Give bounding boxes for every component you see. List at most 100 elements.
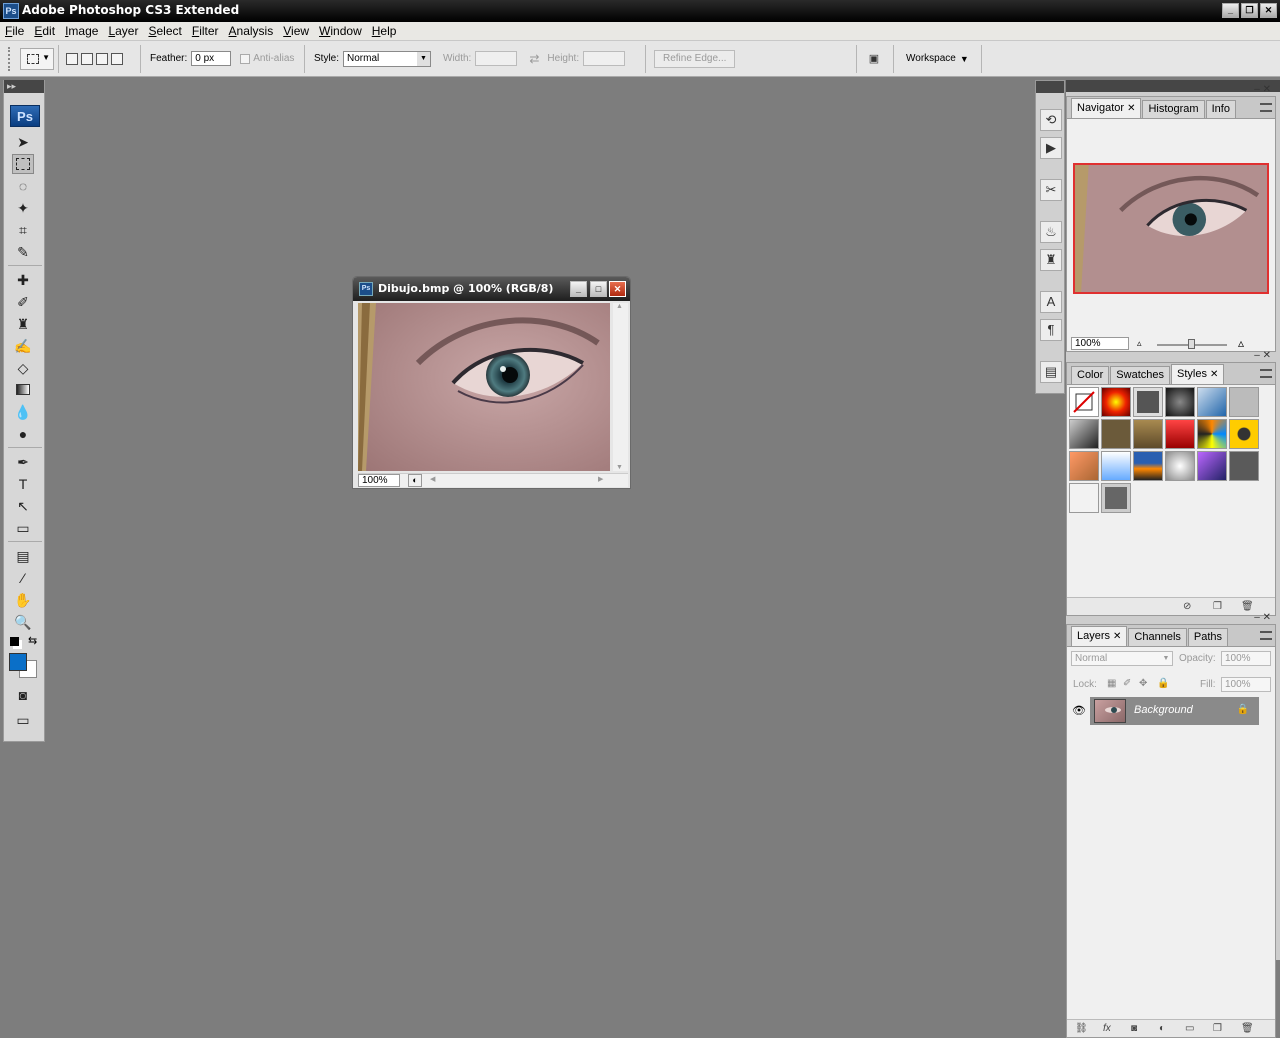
panel-menu-icon[interactable]	[1260, 103, 1272, 112]
foreground-color-swatch[interactable]	[9, 653, 27, 671]
navigator-thumbnail[interactable]	[1073, 163, 1269, 294]
style-select[interactable]: Normal ▼	[343, 50, 432, 67]
crop-tool-icon[interactable]: ⌗	[12, 220, 34, 240]
document-close-button[interactable]: ✕	[609, 281, 626, 297]
document-window[interactable]: Ps Dibujo.bmp @ 100% (RGB/8) _ □ ✕ ▲ ▼ 1…	[352, 276, 631, 489]
gradient-tool-icon[interactable]	[12, 380, 34, 400]
scroll-down-icon[interactable]: ▼	[616, 464, 623, 471]
style-swatch[interactable]	[1229, 387, 1259, 417]
style-swatch-none[interactable]	[1069, 387, 1099, 417]
path-selection-tool-icon[interactable]: ↖	[12, 496, 34, 516]
close-icon[interactable]: ✕	[1113, 631, 1121, 642]
rectangular-marquee-tool-icon[interactable]	[12, 154, 34, 174]
menu-select[interactable]: Select	[143, 22, 186, 41]
tab-styles[interactable]: Styles ✕	[1171, 364, 1225, 384]
menu-help[interactable]: Help	[367, 22, 402, 41]
style-swatch[interactable]	[1133, 451, 1163, 481]
panel-close-icon[interactable]: ‒ ✕	[1254, 612, 1271, 623]
style-swatch[interactable]	[1101, 483, 1131, 513]
style-swatch[interactable]	[1101, 387, 1131, 417]
eraser-tool-icon[interactable]: ◇	[12, 358, 34, 378]
new-group-icon[interactable]: ▭	[1185, 1023, 1194, 1034]
toolbox-collapse-icon[interactable]: ▸▸	[4, 80, 44, 93]
clone-source-icon[interactable]: ♜	[1040, 249, 1062, 271]
document-vertical-scrollbar[interactable]: ▲ ▼	[613, 303, 628, 471]
minimize-window-button[interactable]: _	[1222, 3, 1239, 18]
eye-visibility-icon[interactable]: 👁	[1068, 697, 1090, 725]
lock-transparent-icon[interactable]: ▦	[1107, 678, 1116, 689]
layer-comps-icon[interactable]: ▤	[1040, 361, 1062, 383]
eyedropper-tool-icon[interactable]: ⁄	[12, 568, 34, 588]
panel-close-icon[interactable]: ‒ ✕	[1254, 84, 1271, 95]
zoom-out-icon[interactable]: ▵	[1137, 338, 1142, 349]
magic-wand-tool-icon[interactable]: ✦	[12, 198, 34, 218]
refine-edge-button[interactable]: Refine Edge...	[654, 49, 736, 68]
hand-tool-icon[interactable]: ✋	[12, 590, 34, 610]
notes-tool-icon[interactable]: ▤	[12, 546, 34, 566]
document-canvas-eye-image[interactable]	[358, 303, 610, 471]
feather-input[interactable]: 0 px	[191, 51, 232, 66]
tool-preset-picker[interactable]: ▼	[20, 47, 54, 70]
blend-mode-select[interactable]: Normal ▼	[1071, 651, 1173, 666]
fill-field[interactable]: 100%	[1221, 677, 1271, 692]
close-icon[interactable]: ✕	[1127, 103, 1135, 114]
style-swatch[interactable]	[1069, 419, 1099, 449]
close-window-button[interactable]: ✕	[1260, 3, 1277, 18]
menu-filter[interactable]: Filter	[187, 22, 224, 41]
document-maximize-button[interactable]: □	[590, 281, 607, 297]
style-swatch[interactable]	[1165, 387, 1195, 417]
layer-style-icon[interactable]: fx	[1103, 1023, 1111, 1034]
pen-tool-icon[interactable]: ✒	[12, 452, 34, 472]
style-swatch[interactable]	[1165, 419, 1195, 449]
brush-tool-icon[interactable]: ✐	[12, 292, 34, 312]
intersect-selection-icon[interactable]	[111, 52, 123, 65]
lock-image-icon[interactable]: ✐	[1123, 678, 1131, 689]
panel-menu-icon[interactable]	[1260, 369, 1272, 378]
workspace-menu-button[interactable]: Workspace	[906, 53, 956, 64]
default-colors-icon[interactable]	[10, 637, 19, 646]
style-swatch[interactable]	[1133, 419, 1163, 449]
navigator-zoom-field[interactable]: 100%	[1071, 337, 1129, 350]
add-to-selection-icon[interactable]	[81, 52, 93, 65]
style-swatch[interactable]	[1197, 419, 1227, 449]
style-swatch[interactable]	[1069, 451, 1099, 481]
history-brush-tool-icon[interactable]: ✍	[12, 336, 34, 356]
layer-mask-icon[interactable]: ◙	[1131, 1023, 1137, 1034]
tab-swatches[interactable]: Swatches	[1110, 366, 1170, 384]
tab-layers[interactable]: Layers ✕	[1071, 626, 1128, 646]
tool-presets-icon[interactable]: ✂	[1040, 179, 1062, 201]
clone-stamp-tool-icon[interactable]: ♜	[12, 314, 34, 334]
brushes-panel-icon[interactable]: ♨	[1040, 221, 1062, 243]
layer-row[interactable]: 👁 Background 🔒	[1068, 697, 1259, 725]
tab-info[interactable]: Info	[1205, 100, 1236, 118]
tab-histogram[interactable]: Histogram	[1142, 100, 1205, 118]
height-input[interactable]	[583, 51, 626, 66]
style-swatch[interactable]	[1133, 387, 1163, 417]
history-panel-icon[interactable]: ⟲	[1040, 109, 1062, 131]
character-panel-icon[interactable]: A	[1040, 291, 1062, 313]
lock-all-icon[interactable]: 🔒	[1157, 678, 1169, 689]
style-swatch[interactable]	[1101, 451, 1131, 481]
adjustment-layer-icon[interactable]: ◐	[1159, 1023, 1165, 1034]
menu-image[interactable]: Image	[60, 22, 103, 41]
zoom-tool-icon[interactable]: 🔍	[12, 612, 34, 632]
link-layers-icon[interactable]: ⛓	[1075, 1023, 1088, 1034]
tab-color[interactable]: Color	[1071, 366, 1110, 384]
slice-tool-icon[interactable]: ✎	[12, 242, 34, 262]
scroll-left-icon[interactable]: ◀	[430, 475, 435, 483]
panel-collapse-strip[interactable]	[1066, 80, 1280, 92]
style-swatch[interactable]	[1069, 483, 1099, 513]
tab-paths[interactable]: Paths	[1187, 628, 1229, 646]
style-swatch[interactable]	[1197, 451, 1227, 481]
delete-style-icon[interactable]: 🗑	[1241, 601, 1254, 612]
style-swatch[interactable]	[1101, 419, 1131, 449]
dock-collapse-icon[interactable]	[1036, 81, 1064, 93]
lock-position-icon[interactable]: ✥	[1139, 678, 1147, 689]
clear-style-icon[interactable]: ⊘	[1183, 601, 1191, 612]
photoshop-logo[interactable]: Ps	[10, 105, 40, 127]
tab-navigator[interactable]: Navigator ✕	[1071, 98, 1142, 118]
delete-layer-icon[interactable]: 🗑	[1241, 1023, 1254, 1034]
document-zoom-field[interactable]: 100%	[358, 474, 400, 487]
panel-menu-icon[interactable]	[1260, 631, 1272, 640]
new-selection-icon[interactable]	[66, 52, 78, 65]
